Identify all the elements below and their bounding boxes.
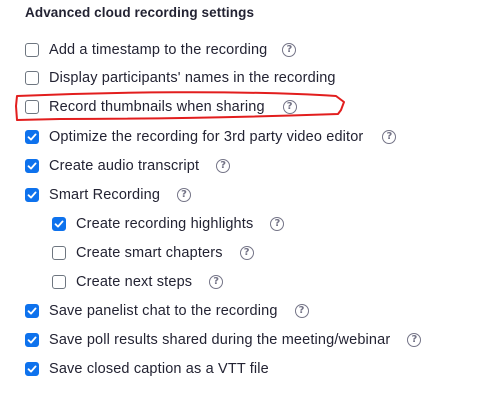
help-icon[interactable]: ? <box>282 43 297 57</box>
checkbox-smart-chapters[interactable] <box>52 246 66 260</box>
help-icon[interactable]: ? <box>270 217 285 231</box>
option-label: Display participants' names in the recor… <box>49 70 336 86</box>
option-display-participant-names[interactable]: Display participants' names in the recor… <box>25 68 336 88</box>
option-label: Optimize the recording for 3rd party vid… <box>49 129 364 145</box>
checkbox-optimize-for-editor[interactable] <box>25 130 39 144</box>
help-icon[interactable]: ? <box>177 188 192 202</box>
option-label: Save closed caption as a VTT file <box>49 361 269 377</box>
option-optimize-for-editor[interactable]: Optimize the recording for 3rd party vid… <box>25 127 397 147</box>
option-label: Create smart chapters <box>76 245 223 261</box>
option-label: Save poll results shared during the meet… <box>49 332 391 348</box>
checkbox-panelist-chat[interactable] <box>25 304 39 318</box>
help-icon[interactable]: ? <box>282 100 297 114</box>
option-label: Create recording highlights <box>76 216 254 232</box>
option-poll-results[interactable]: Save poll results shared during the meet… <box>25 330 422 350</box>
help-icon[interactable]: ? <box>216 159 231 173</box>
option-next-steps[interactable]: Create next steps ? <box>52 272 224 292</box>
help-icon[interactable]: ? <box>239 246 254 260</box>
checkbox-audio-transcript[interactable] <box>25 159 39 173</box>
option-audio-transcript[interactable]: Create audio transcript ? <box>25 156 231 176</box>
checkbox-recording-highlights[interactable] <box>52 217 66 231</box>
option-label: Create next steps <box>76 274 193 290</box>
checkbox-display-participant-names[interactable] <box>25 71 39 85</box>
option-record-thumbnails[interactable]: Record thumbnails when sharing ? <box>25 97 297 117</box>
option-add-timestamp[interactable]: Add a timestamp to the recording ? <box>25 40 297 60</box>
checkbox-add-timestamp[interactable] <box>25 43 39 57</box>
option-closed-caption-vtt[interactable]: Save closed caption as a VTT file <box>25 359 269 379</box>
option-smart-recording[interactable]: Smart Recording ? <box>25 185 192 205</box>
checkbox-record-thumbnails[interactable] <box>25 100 39 114</box>
help-icon[interactable]: ? <box>382 130 397 144</box>
help-icon[interactable]: ? <box>209 275 224 289</box>
option-panelist-chat[interactable]: Save panelist chat to the recording ? <box>25 301 309 321</box>
checkbox-next-steps[interactable] <box>52 275 66 289</box>
checkbox-smart-recording[interactable] <box>25 188 39 202</box>
option-label: Record thumbnails when sharing <box>49 99 265 115</box>
help-icon[interactable]: ? <box>294 304 309 318</box>
section-title: Advanced cloud recording settings <box>25 5 255 20</box>
checkbox-closed-caption-vtt[interactable] <box>25 362 39 376</box>
option-label: Create audio transcript <box>49 158 200 174</box>
help-icon[interactable]: ? <box>407 333 422 347</box>
option-smart-chapters[interactable]: Create smart chapters ? <box>52 243 254 263</box>
option-label: Smart Recording <box>49 187 161 203</box>
option-label: Add a timestamp to the recording <box>49 42 268 58</box>
checkbox-poll-results[interactable] <box>25 333 39 347</box>
option-recording-highlights[interactable]: Create recording highlights ? <box>52 214 285 234</box>
option-label: Save panelist chat to the recording <box>49 303 278 319</box>
